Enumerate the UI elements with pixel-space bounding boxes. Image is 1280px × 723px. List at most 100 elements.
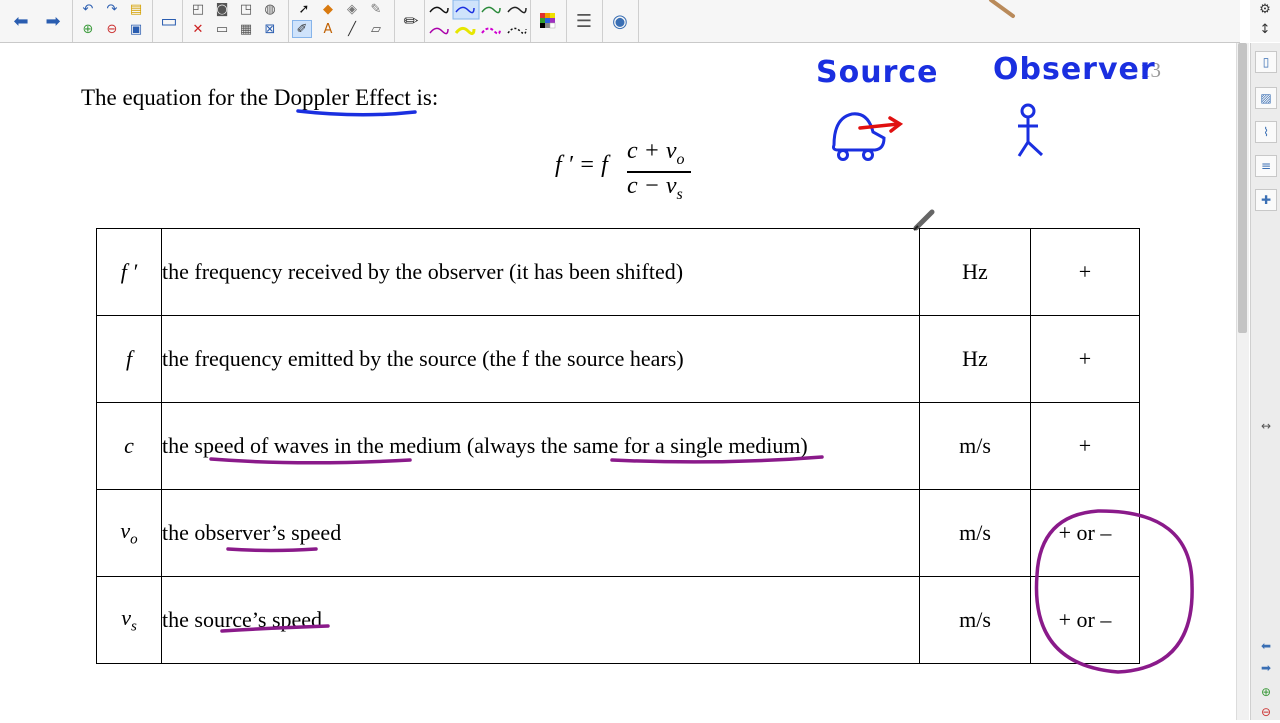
description-cell: the speed of waves in the medium (always… [161, 402, 920, 490]
line-style-dark[interactable] [507, 6, 527, 14]
line-style-magenta[interactable] [481, 27, 501, 35]
symbol-subscript: o [130, 531, 138, 548]
line-style-yellow[interactable] [454, 26, 476, 36]
back-arrow-icon[interactable]: ⬅ [1255, 635, 1277, 657]
unit-cell: Hz [919, 315, 1031, 403]
screen-capture-icon[interactable]: ▭ [154, 3, 184, 39]
shape-fill-icon[interactable]: ◆ [318, 0, 338, 18]
table-icon[interactable]: ▦ [236, 20, 256, 38]
resize-handle-icon[interactable]: ↔ [1255, 415, 1277, 437]
document-camera-icon[interactable]: ◙ [212, 0, 232, 18]
addons-icon[interactable]: ✚ [1255, 189, 1277, 211]
equation-lhs: f ′ = f [555, 152, 608, 178]
back-arrow-icon[interactable]: ⬅ [6, 3, 36, 39]
sign-cell: + or – [1030, 576, 1140, 664]
delete-icon[interactable]: ✕ [188, 20, 208, 38]
unit-cell: m/s [919, 489, 1031, 577]
vertical-scrollbar[interactable] [1236, 43, 1249, 720]
select-arrow-icon[interactable]: ➚ [294, 0, 314, 18]
pen-type-icon[interactable]: ✏ [396, 3, 426, 39]
symbol-cell: vo [96, 489, 162, 577]
magic-pen-icon[interactable]: ✎ [366, 0, 386, 18]
line-style-green[interactable] [481, 6, 501, 14]
redo-icon[interactable]: ↷ [102, 0, 122, 18]
intro-text: The equation for the Doppler Effect is: [81, 85, 439, 110]
description-cell: the frequency emitted by the source (the… [161, 315, 920, 403]
line-styles-group [424, 0, 531, 42]
numerator-subscript: o [676, 150, 685, 168]
symbol-cell: vs [96, 576, 162, 664]
capture-icon[interactable]: ◰ [188, 0, 208, 18]
close-object-icon[interactable]: ⊠ [260, 20, 280, 38]
symbol-text: v [120, 517, 131, 543]
numerator-text: c + v [627, 138, 677, 164]
line-style-black[interactable] [429, 6, 449, 14]
side-tabs: ▯ ▨ ⌇ ≡ ✚ ↔ ⬅ ➡ ⊕ ⊖ [1250, 43, 1280, 720]
description-cell: the frequency received by the observer (… [161, 228, 920, 316]
reveal-icon[interactable]: ◳ [236, 0, 256, 18]
symbol-cell: c [96, 402, 162, 490]
text-icon[interactable]: A [318, 20, 338, 38]
line-style-purple[interactable] [429, 27, 449, 35]
description-cell: the observer’s speed [161, 489, 920, 577]
eraser-icon[interactable]: ◈ [342, 0, 362, 18]
symbol-text: f ′ [120, 259, 138, 284]
open-icon[interactable]: ▤ [126, 0, 146, 18]
unit-cell: m/s [919, 402, 1031, 490]
sign-cell: + [1030, 402, 1140, 490]
save-icon[interactable]: ▣ [126, 20, 146, 38]
properties-group: ☰ [566, 0, 603, 42]
attachments-icon[interactable]: ⌇ [1255, 121, 1277, 143]
addons-icon[interactable]: ◉ [605, 3, 635, 39]
toolbar-options: ⚙ ↕ [1250, 0, 1280, 42]
delete-page-icon[interactable]: ⊖ [102, 20, 122, 38]
equation-numerator: c + vo [627, 138, 685, 169]
sign-cell: + [1030, 315, 1140, 403]
add-page-icon[interactable]: ⊕ [78, 20, 98, 38]
undo-icon[interactable]: ↶ [78, 0, 98, 18]
symbol-text: v [121, 604, 131, 630]
color-group [530, 0, 567, 42]
scrollbar-thumb[interactable] [1238, 43, 1247, 333]
line-style-swatches[interactable] [424, 0, 530, 42]
table-row: vs the source’s speed m/s + or – [96, 576, 1140, 664]
shape-icon[interactable]: ▱ [366, 20, 386, 38]
symbol-subscript: s [130, 618, 137, 635]
line-icon[interactable]: ╱ [342, 20, 362, 38]
page-sorter-icon[interactable]: ▯ [1255, 51, 1277, 73]
unit-cell: Hz [919, 228, 1031, 316]
move-toolbar-icon[interactable]: ↕ [1255, 20, 1275, 38]
sign-cell: + or – [1030, 489, 1140, 577]
symbol-cell: f ′ [96, 228, 162, 316]
variables-table: f ′ the frequency received by the observ… [96, 228, 1140, 664]
edit-group: ↶ ↷ ▤ ⊕ ⊖ ▣ [72, 0, 153, 42]
forward-arrow-icon[interactable]: ➡ [38, 3, 68, 39]
unit-cell: m/s [919, 576, 1031, 664]
gallery-icon[interactable]: ▨ [1255, 87, 1277, 109]
description-cell: the source’s speed [161, 576, 920, 664]
main-toolbar: ⬅ ➡ ↶ ↷ ▤ ⊕ ⊖ ▣ ▭ ◰ ◙ ◳ ◍ ✕ ▭ ▦ ⊠ ➚ ◆ ◈ … [0, 0, 1240, 43]
web-browser-icon[interactable]: ◍ [260, 0, 280, 18]
symbol-cell: f [96, 315, 162, 403]
table-row: vo the observer’s speed m/s + or – [96, 489, 1140, 577]
table-row: c the speed of waves in the medium (alwa… [96, 402, 1140, 490]
pen-type-group: ✏ [394, 0, 425, 42]
screen-shade-icon[interactable]: ▭ [212, 20, 232, 38]
properties-icon[interactable]: ☰ [569, 3, 599, 39]
line-style-selected[interactable] [452, 0, 480, 20]
pen-cursor-icon [989, 0, 1015, 18]
denominator-text: c − v [627, 173, 677, 199]
table-row: f the frequency emitted by the source (t… [96, 315, 1140, 403]
draw-tools-group: ➚ ◆ ◈ ✎ ✐ A ╱ ▱ [288, 0, 395, 42]
properties-icon[interactable]: ≡ [1255, 155, 1277, 177]
equation-denominator: c − vs [627, 173, 683, 204]
add-page-icon[interactable]: ⊕ [1255, 681, 1277, 703]
handwritten-observer-label: Observer [993, 52, 1156, 87]
line-style-dashed[interactable] [507, 27, 527, 35]
symbol-text: f [125, 346, 133, 371]
symbol-text: c [124, 433, 134, 458]
color-palette-icon[interactable] [533, 3, 563, 39]
pen-icon[interactable]: ✐ [292, 20, 312, 38]
forward-arrow-icon[interactable]: ➡ [1255, 657, 1277, 679]
gear-icon[interactable]: ⚙ [1255, 0, 1275, 18]
